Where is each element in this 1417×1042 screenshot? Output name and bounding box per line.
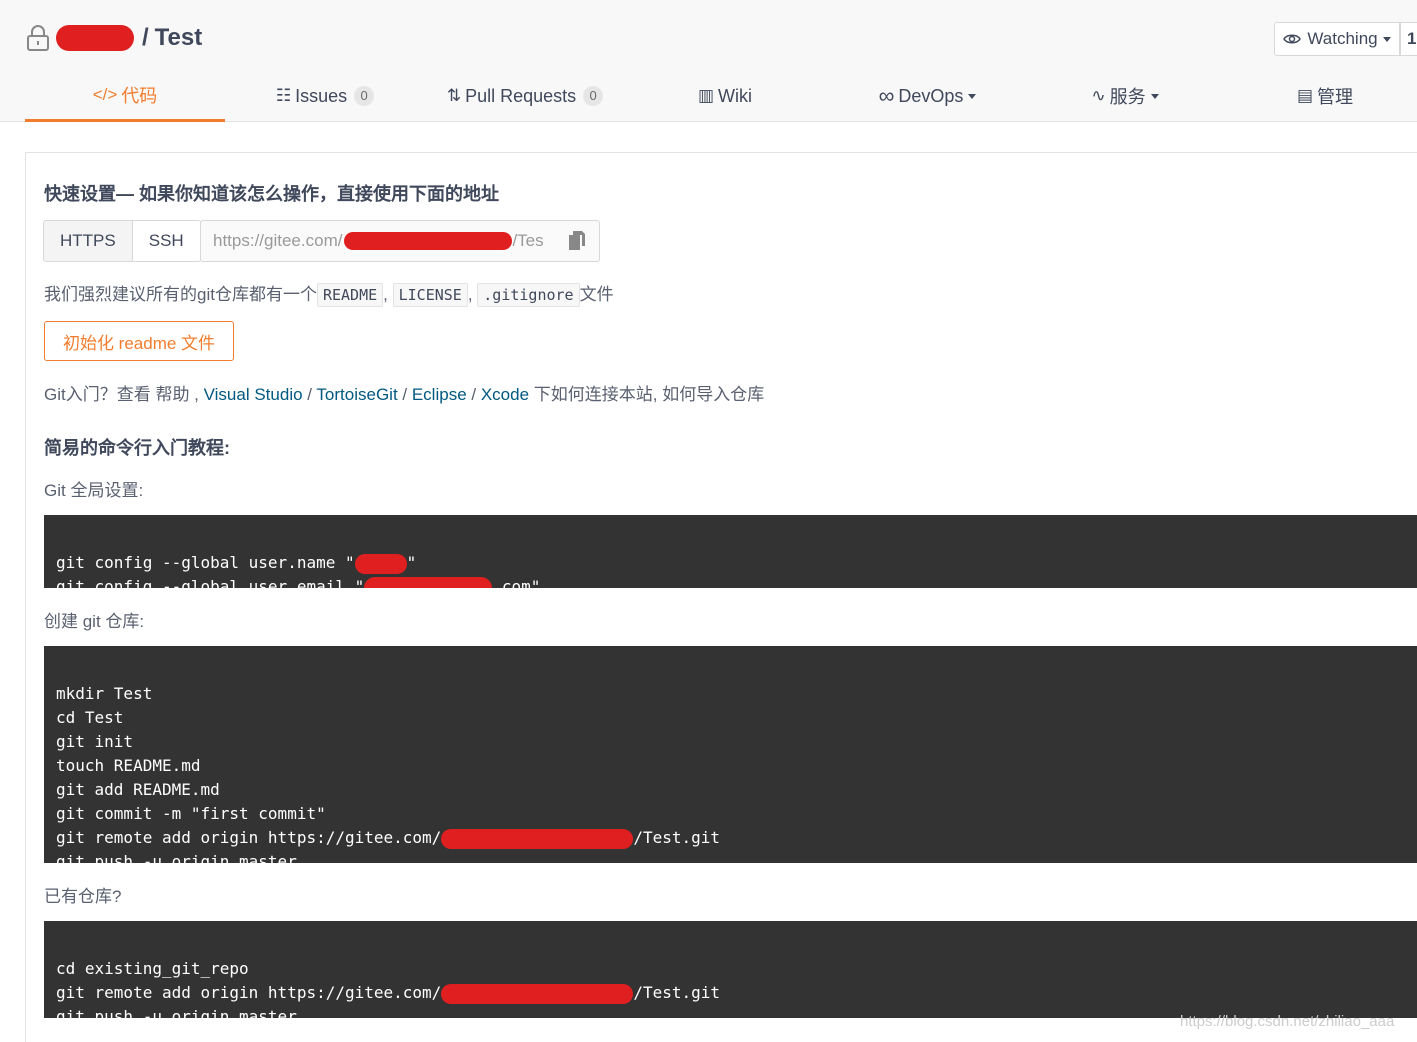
code-text: git config --global user.email " [56, 577, 365, 588]
tab-manage[interactable]: ▤ 管理 [1280, 70, 1370, 122]
create-repo-label: 创建 git 仓库: [44, 612, 145, 631]
redacted-username [354, 553, 407, 574]
tab-label: 代码 [121, 85, 158, 106]
link-xcode[interactable]: Xcode [481, 385, 529, 404]
code-text: git config --global user.name " [56, 553, 355, 572]
pull-request-icon: ⇅ [446, 86, 462, 105]
infinity-icon: ∞ [878, 83, 895, 108]
caret-down-icon [1382, 36, 1391, 42]
code-line: git remote add origin https://gitee.com/… [56, 826, 1412, 850]
init-readme-button[interactable]: 初始化 readme 文件 [44, 321, 234, 361]
issues-icon: ☷ [275, 86, 292, 105]
redacted-url-part [344, 232, 513, 250]
tab-label: 服务 [1109, 87, 1146, 107]
wiki-icon: ▥ [697, 86, 715, 105]
tab-devops[interactable]: ∞ DevOps [860, 70, 995, 122]
tab-pull-requests[interactable]: ⇅ Pull Requests 0 [440, 70, 610, 122]
redacted-email [364, 576, 493, 588]
tab-label: Pull Requests [465, 85, 577, 106]
quick-setup-title: 快速设置— 如果你知道该怎么操作，直接使用下面的地址 [44, 184, 499, 204]
watermark: https://blog.csdn.net/zhiliao_aaa [1180, 1013, 1395, 1030]
code-line: cd existing_git_repo [56, 959, 249, 978]
url-suffix: /Tes [512, 231, 544, 250]
clone-url-input[interactable]: https://gitee.com/ /Tes [200, 220, 600, 262]
help-suffix: 下如何连接本站, [533, 385, 658, 404]
redacted-owner [56, 25, 134, 51]
link-tortoisegit[interactable]: TortoiseGit [316, 385, 397, 404]
redacted-url-part [441, 983, 634, 1004]
existing-repo-code: cd existing_git_repogit remote add origi… [44, 921, 1417, 1018]
code-line: git config --global user.name " " [56, 551, 1412, 575]
link-import-repo[interactable]: 如何导入仓库 [662, 385, 764, 404]
tutorial-title: 简易的命令行入门教程: [44, 438, 230, 458]
caret-down-icon [968, 93, 977, 99]
recommend-prefix: 我们强烈建议所有的git仓库都有一个 [44, 285, 317, 304]
tab-label: 管理 [1317, 87, 1354, 107]
pr-count-badge: 0 [583, 86, 604, 106]
tab-services[interactable]: ∿ 服务 [1075, 70, 1175, 122]
code-text: git remote add origin https://gitee.com/ [56, 983, 442, 1002]
issues-count-badge: 0 [354, 86, 375, 106]
link-eclipse[interactable]: Eclipse [412, 385, 467, 404]
ssh-button[interactable]: SSH [131, 221, 200, 261]
link-visual-studio[interactable]: Visual Studio [204, 385, 303, 404]
watch-count[interactable]: 1 [1400, 22, 1417, 56]
protocol-switch: HTTPS SSH [43, 220, 201, 262]
tab-label: Wiki [718, 85, 753, 106]
code-text: .com" [492, 577, 541, 588]
existing-repo-label: 已有仓库? [44, 887, 122, 906]
manage-icon: ▤ [1296, 86, 1314, 105]
code-line: git config --global user.email " .com" [56, 575, 1412, 588]
code-line: git remote add origin https://gitee.com/… [56, 981, 1412, 1005]
watch-button[interactable]: Watching [1274, 22, 1400, 56]
eye-icon [1283, 34, 1302, 44]
create-repo-code: mkdir Test cd Test git init touch README.md… [44, 646, 1417, 863]
repo-header: / Test Watching 1 </> 代码 ☷ Issues 0 ⇅ Pu… [0, 0, 1417, 122]
code-line: cd Test [56, 708, 124, 727]
redacted-url-part [441, 828, 634, 849]
code-text: git remote add origin https://gitee.com/ [56, 828, 442, 847]
lock-icon [27, 25, 49, 51]
tab-code[interactable]: </> 代码 [25, 70, 225, 122]
pulse-icon: ∿ [1091, 86, 1106, 105]
tab-wiki[interactable]: ▥ Wiki [680, 70, 770, 122]
code-line: mkdir Test [56, 684, 153, 703]
recommend-suffix: 文件 [579, 285, 614, 304]
watch-label: Watching [1307, 29, 1378, 48]
tab-issues[interactable]: ☷ Issues 0 [255, 70, 395, 122]
file-gitignore: .gitignore [477, 283, 580, 307]
tab-label: Issues [295, 85, 348, 106]
code-text: /Test.git [633, 828, 721, 847]
code-line: git commit -m "first commit" [56, 804, 326, 823]
tab-label: DevOps [898, 85, 964, 106]
code-line: git add README.md [56, 780, 220, 799]
path-separator: / [142, 24, 149, 51]
url-prefix: https://gitee.com/ [213, 231, 343, 250]
file-readme: README [316, 283, 384, 307]
file-license: LICENSE [392, 283, 468, 307]
code-line: git push -u origin master [56, 852, 297, 863]
code-text: " [406, 553, 417, 572]
code-icon: </> [92, 84, 118, 104]
recommend-text: 我们强烈建议所有的git仓库都有一个 README, LICENSE, .giti… [44, 280, 614, 307]
https-button[interactable]: HTTPS [44, 221, 132, 261]
repo-name-link[interactable]: Test [155, 24, 203, 52]
copy-icon[interactable] [569, 231, 585, 251]
code-text: /Test.git [633, 983, 721, 1002]
global-config-code: git config --global user.name " " git conf… [44, 515, 1417, 588]
help-text: Git入门？查看 帮助 , Visual Studio / TortoiseGi… [44, 385, 765, 404]
repo-title: / Test [26, 20, 202, 56]
caret-down-icon [1150, 93, 1159, 99]
global-settings-label: Git 全局设置: [44, 481, 144, 500]
help-prefix: Git入门？查看 帮助 [44, 385, 190, 404]
code-line: touch README.md [56, 756, 201, 775]
code-line: git init [56, 732, 134, 751]
